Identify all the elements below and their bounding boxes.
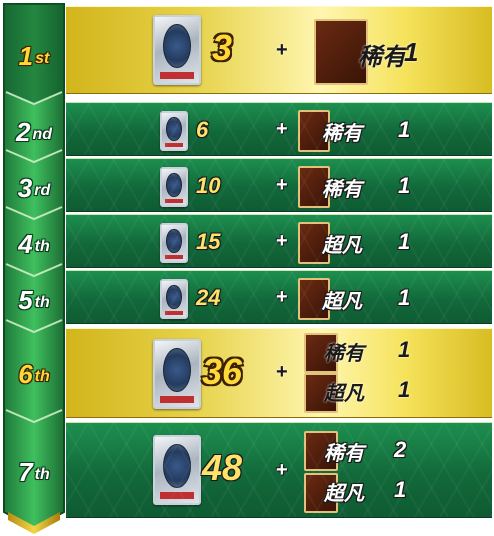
plus-sign: +	[276, 118, 288, 140]
plus-sign: +	[276, 174, 288, 196]
card-pack-icon	[160, 279, 188, 319]
rarity-label: 稀有	[322, 121, 362, 145]
card-pack-icon	[160, 167, 188, 207]
rarity-label: 超凡	[324, 381, 364, 405]
reward-row-7: 48 + 稀有 2 超凡 1	[66, 422, 492, 518]
rarity-label: 超凡	[322, 289, 362, 313]
pack-count: 15	[196, 229, 221, 254]
plus-sign: +	[276, 230, 288, 252]
rank-label-3: 3rd	[17, 172, 51, 203]
reward-row-3: 10 + 稀有 1	[66, 158, 492, 212]
rank-label-7: 7th	[18, 456, 50, 487]
card-quantity: 1	[398, 173, 411, 198]
card-quantity: 1	[404, 37, 419, 67]
pack-count: 10	[196, 173, 221, 198]
pack-count: 36	[202, 351, 243, 392]
card-pack-icon	[160, 223, 188, 263]
card-quantity: 1	[398, 285, 411, 310]
card-pack-icon	[153, 339, 201, 409]
card-quantity: 1	[398, 377, 411, 402]
plus-sign: +	[276, 361, 288, 383]
reward-row-5: 24 + 超凡 1	[66, 270, 492, 324]
plus-sign: +	[276, 286, 288, 308]
card-quantity: 1	[398, 117, 411, 142]
pack-count: 6	[196, 117, 209, 142]
rank-label-5: 5th	[18, 284, 50, 315]
rank-label-6: 6th	[18, 358, 50, 389]
card-pack-icon	[153, 435, 201, 505]
rarity-label: 稀有	[322, 177, 362, 201]
plus-sign: +	[276, 39, 288, 61]
rarity-label: 稀有	[324, 341, 364, 365]
card-quantity: 2	[394, 437, 407, 462]
pack-count: 48	[202, 447, 243, 488]
card-pack-icon	[153, 15, 201, 85]
pack-count: 24	[196, 285, 221, 310]
rank-label-2: 2nd	[15, 116, 52, 147]
reward-row-2: 6 + 稀有 1	[66, 102, 492, 156]
reward-row-6: 36 + 稀有 1 超凡 1	[66, 328, 492, 418]
card-quantity: 1	[398, 337, 411, 362]
pack-count: 3	[212, 27, 233, 68]
rank-labels: 1st 2nd 3rd 4th 5th 6th 7th	[2, 4, 66, 531]
reward-row-4: 15 + 超凡 1	[66, 214, 492, 268]
rarity-label: 超凡	[324, 481, 364, 505]
rank-label-4: 4th	[18, 228, 50, 259]
card-quantity: 1	[398, 229, 411, 254]
plus-sign: +	[276, 459, 288, 481]
rarity-label: 稀有	[358, 43, 406, 71]
reward-row-1: 3 + 稀有 1	[66, 6, 492, 94]
rarity-label: 稀有	[324, 441, 364, 465]
card-quantity: 1	[394, 477, 407, 502]
rank-label-1: 1st	[18, 40, 50, 71]
card-pack-icon	[160, 111, 188, 151]
rarity-label: 超凡	[322, 233, 362, 257]
